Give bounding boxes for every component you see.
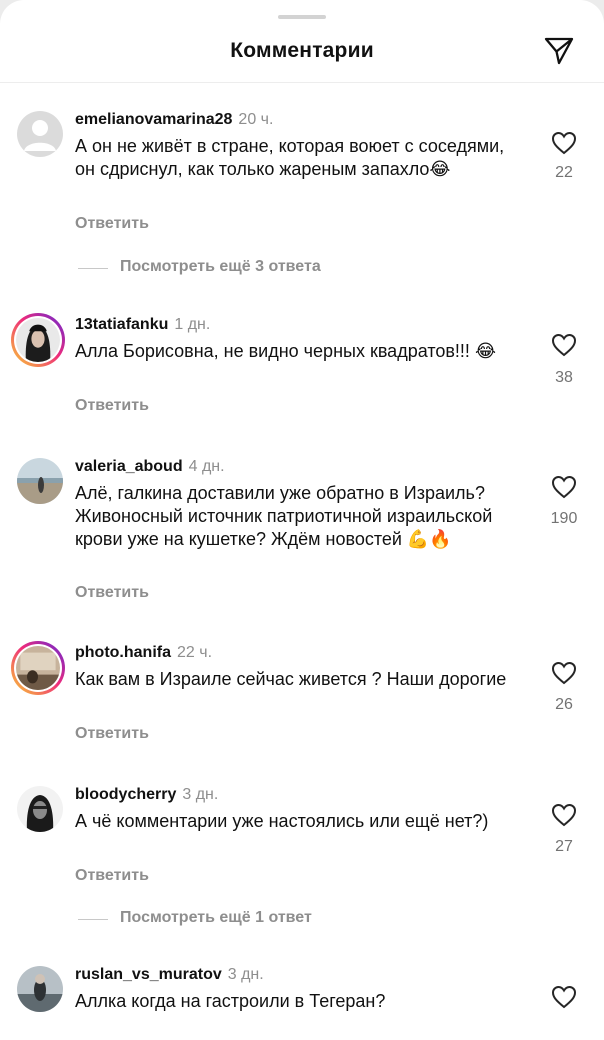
comments-sheet: Комментарии emelianovamarina28 20 ч. А он… [0, 0, 604, 1040]
username[interactable]: emelianovamarina28 [75, 111, 232, 128]
like-count: 27 [555, 838, 573, 855]
replies-divider-line [78, 919, 108, 920]
username[interactable]: photo.hanifa [75, 644, 171, 661]
view-more-replies-button[interactable]: Посмотреть ещё 1 ответ [78, 909, 498, 931]
timestamp: 4 дн. [188, 458, 225, 475]
timestamp: 22 ч. [176, 644, 213, 661]
comment-meta: bloodycherry 3 дн. [75, 786, 218, 804]
reply-button[interactable]: Ответить [75, 215, 149, 233]
avatar[interactable] [17, 111, 63, 157]
comment-meta: photo.hanifa 22 ч. [75, 644, 212, 662]
comment-text: А чё комментарии уже настоялись или ещё … [75, 811, 489, 831]
username[interactable]: ruslan_vs_muratov [75, 966, 222, 983]
header-divider [0, 82, 604, 83]
view-more-replies-label: Посмотреть ещё 1 ответ [120, 909, 312, 926]
user-photo-icon [17, 458, 63, 504]
comment-text: Как вам в Израиле сейчас живется ? Наши … [75, 669, 507, 689]
timestamp: 1 дн. [174, 316, 211, 333]
comment-text: Алё, галкина доставили уже обратно в Изр… [75, 483, 493, 549]
sheet-grabber[interactable] [278, 15, 326, 19]
user-photo-icon [16, 646, 60, 690]
like-count: 22 [555, 164, 573, 181]
comment-meta: emelianovamarina28 20 ч. [75, 111, 273, 129]
comment-meta: ruslan_vs_muratov 3 дн. [75, 966, 264, 984]
view-more-replies-button[interactable]: Посмотреть ещё 3 ответа [78, 258, 498, 280]
avatar[interactable] [17, 966, 63, 1012]
header: Комментарии [0, 30, 604, 72]
reply-button[interactable]: Ответить [75, 584, 149, 602]
comment-text: А он не живёт в стране, которая воюет с … [75, 136, 505, 179]
comment-meta: 13tatiafanku 1 дн. [75, 316, 210, 334]
comment-text: Аллка когда на гастроили в Тегеран? [75, 991, 386, 1011]
view-more-replies-label: Посмотреть ещё 3 ответа [120, 258, 321, 275]
avatar[interactable] [17, 458, 63, 504]
like-count: 190 [550, 510, 578, 527]
avatar[interactable] [17, 786, 63, 832]
username[interactable]: 13tatiafanku [75, 316, 168, 333]
default-avatar-icon [17, 111, 63, 157]
like-count: 38 [555, 369, 573, 386]
username[interactable]: valeria_aboud [75, 458, 183, 475]
replies-divider-line [78, 268, 108, 269]
user-photo-icon [17, 786, 63, 832]
comment-text: Алла Борисовна, не видно черных квадрато… [75, 341, 496, 361]
comment-meta: valeria_aboud 4 дн. [75, 458, 225, 476]
paper-plane-icon[interactable] [542, 34, 576, 68]
page-title: Комментарии [230, 39, 374, 62]
heart-icon[interactable] [551, 661, 577, 685]
heart-icon[interactable] [551, 985, 577, 1009]
user-photo-icon [16, 318, 60, 362]
heart-icon[interactable] [551, 333, 577, 357]
username[interactable]: bloodycherry [75, 786, 176, 803]
timestamp: 20 ч. [238, 111, 274, 128]
timestamp: 3 дн. [227, 966, 264, 983]
reply-button[interactable]: Ответить [75, 725, 149, 743]
avatar[interactable] [11, 641, 65, 695]
like-count: 26 [555, 696, 573, 713]
heart-icon[interactable] [551, 475, 577, 499]
user-photo-icon [17, 966, 63, 1012]
avatar[interactable] [11, 313, 65, 367]
reply-button[interactable]: Ответить [75, 867, 149, 885]
reply-button[interactable]: Ответить [75, 397, 149, 415]
heart-icon[interactable] [551, 131, 577, 155]
heart-icon[interactable] [551, 803, 577, 827]
timestamp: 3 дн. [182, 786, 219, 803]
